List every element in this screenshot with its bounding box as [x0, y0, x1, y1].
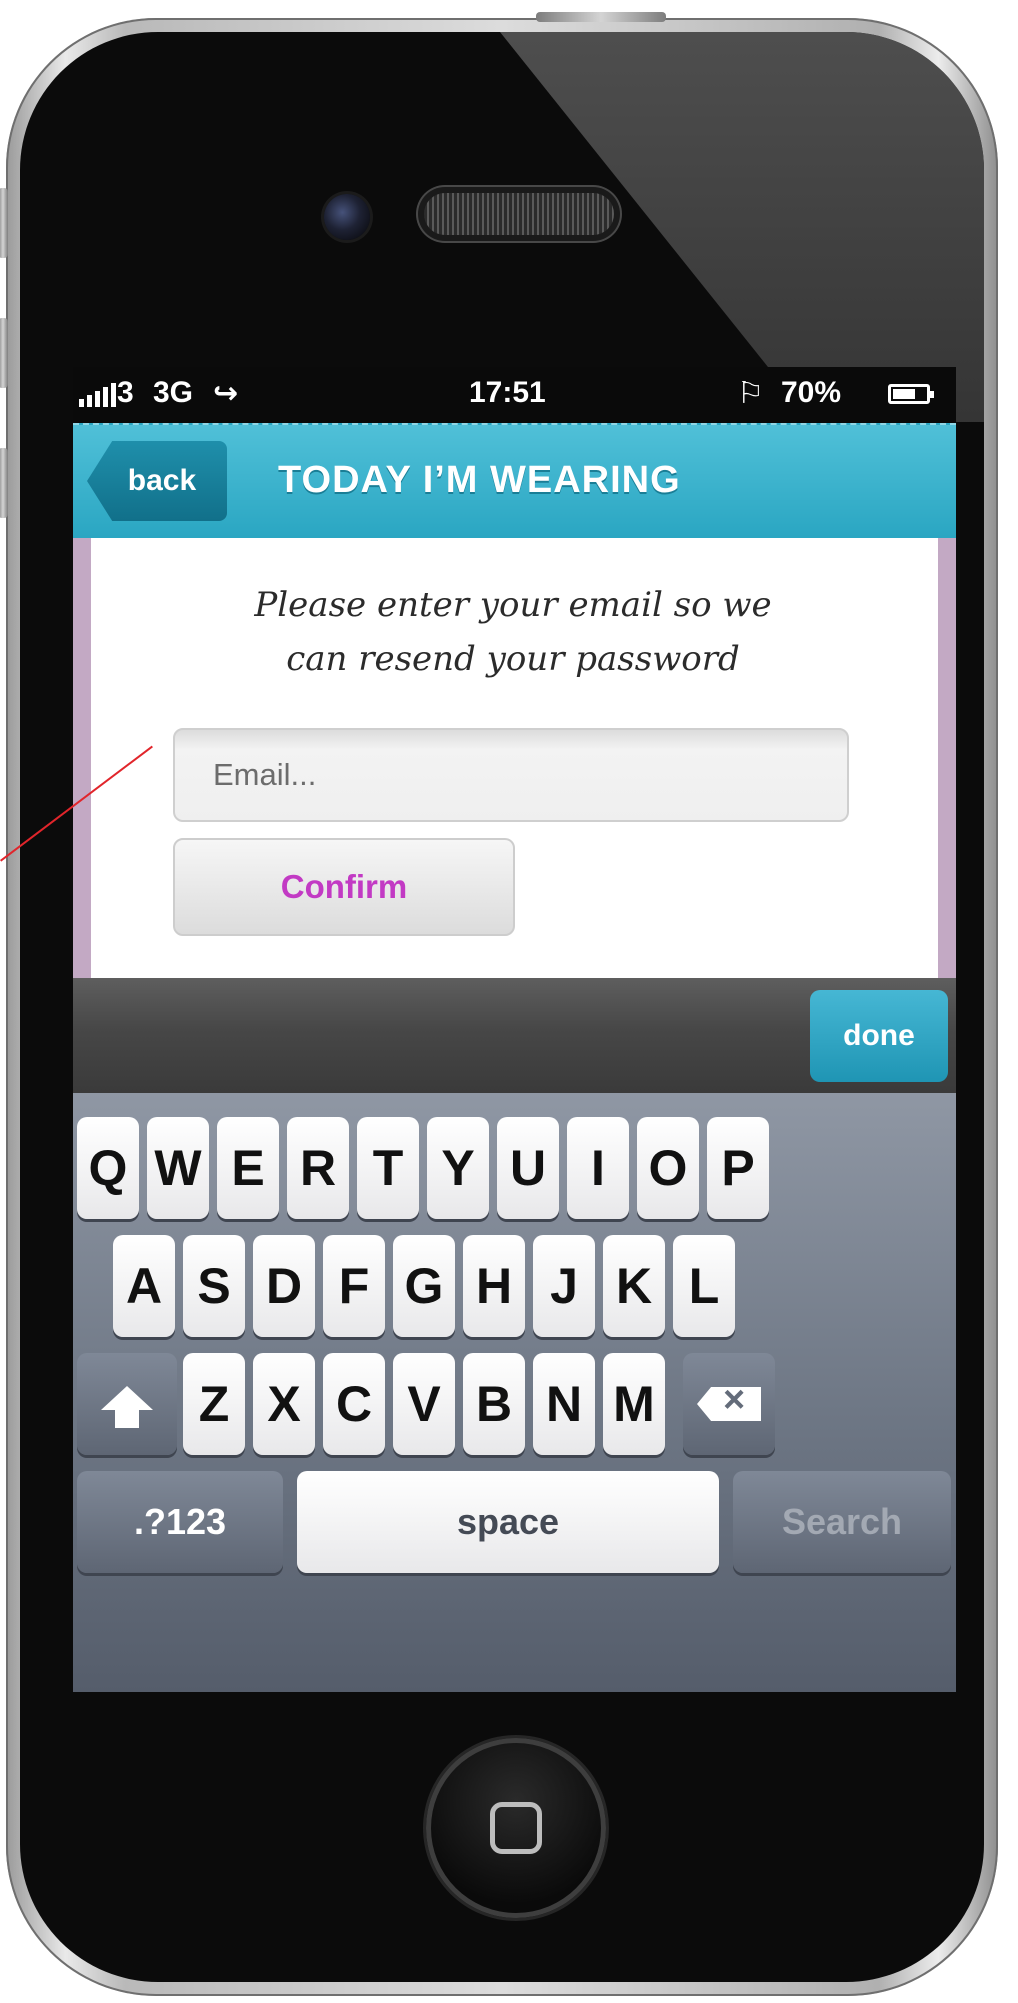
- mute-switch: [0, 188, 8, 258]
- phone-screen: 3 3G ↪ 17:51 ⚐ 70% back TODAY I’M WEARIN…: [73, 367, 956, 1692]
- battery-icon: [888, 384, 934, 404]
- search-key[interactable]: Search: [733, 1471, 951, 1573]
- rotation-lock-icon: ⚐: [737, 377, 764, 410]
- network-type-label: 3G: [153, 376, 194, 409]
- key-v[interactable]: V: [393, 1353, 455, 1455]
- backspace-icon: ×: [697, 1387, 761, 1421]
- shift-key[interactable]: [77, 1353, 177, 1455]
- email-input[interactable]: [173, 728, 849, 822]
- battery-percentage: 70%: [781, 376, 842, 409]
- key-e[interactable]: E: [217, 1117, 279, 1219]
- back-button[interactable]: back: [87, 441, 227, 521]
- numbers-key[interactable]: .?123: [77, 1471, 283, 1573]
- forgot-password-panel: Please enter your email so we can resend…: [73, 538, 956, 978]
- key-l[interactable]: L: [673, 1235, 735, 1337]
- key-h[interactable]: H: [463, 1235, 525, 1337]
- instruction-text: Please enter your email so we can resend…: [113, 578, 913, 686]
- key-n[interactable]: N: [533, 1353, 595, 1455]
- key-t[interactable]: T: [357, 1117, 419, 1219]
- key-w[interactable]: W: [147, 1117, 209, 1219]
- key-i[interactable]: I: [567, 1117, 629, 1219]
- key-c[interactable]: C: [323, 1353, 385, 1455]
- power-button: [536, 12, 666, 22]
- earpiece-speaker: [424, 193, 614, 235]
- key-m[interactable]: M: [603, 1353, 665, 1455]
- key-o[interactable]: O: [637, 1117, 699, 1219]
- key-p[interactable]: P: [707, 1117, 769, 1219]
- key-j[interactable]: J: [533, 1235, 595, 1337]
- key-f[interactable]: F: [323, 1235, 385, 1337]
- key-b[interactable]: B: [463, 1353, 525, 1455]
- key-u[interactable]: U: [497, 1117, 559, 1219]
- key-y[interactable]: Y: [427, 1117, 489, 1219]
- front-camera: [324, 194, 370, 240]
- app-title: TODAY I’M WEARING: [278, 459, 681, 501]
- home-button[interactable]: [426, 1738, 606, 1918]
- clock: 17:51: [469, 376, 546, 409]
- confirm-button[interactable]: Confirm: [173, 838, 515, 936]
- call-forward-icon: ↪: [213, 377, 239, 410]
- instruction-line-2: can resend your password: [286, 639, 740, 679]
- on-screen-keyboard: Q W E R T Y U I O P A S D F G H J K L Z …: [73, 1093, 956, 1692]
- key-g[interactable]: G: [393, 1235, 455, 1337]
- status-bar: 3 3G ↪ 17:51 ⚐ 70%: [73, 367, 956, 423]
- key-z[interactable]: Z: [183, 1353, 245, 1455]
- key-x[interactable]: X: [253, 1353, 315, 1455]
- key-d[interactable]: D: [253, 1235, 315, 1337]
- keyboard-accessory-bar: done: [73, 978, 956, 1093]
- signal-strength-icon: [79, 383, 116, 407]
- key-r[interactable]: R: [287, 1117, 349, 1219]
- volume-down-button: [0, 448, 8, 518]
- shift-arrow-icon: [101, 1386, 153, 1428]
- volume-up-button: [0, 318, 8, 388]
- carrier-label: 3: [117, 376, 134, 409]
- home-square-icon: [490, 1802, 542, 1854]
- key-q[interactable]: Q: [77, 1117, 139, 1219]
- app-header: back TODAY I’M WEARING: [73, 423, 956, 538]
- key-s[interactable]: S: [183, 1235, 245, 1337]
- instruction-line-1: Please enter your email so we: [254, 585, 772, 625]
- key-a[interactable]: A: [113, 1235, 175, 1337]
- key-k[interactable]: K: [603, 1235, 665, 1337]
- delete-key[interactable]: ×: [683, 1353, 775, 1455]
- space-key[interactable]: space: [297, 1471, 719, 1573]
- done-button[interactable]: done: [810, 990, 948, 1082]
